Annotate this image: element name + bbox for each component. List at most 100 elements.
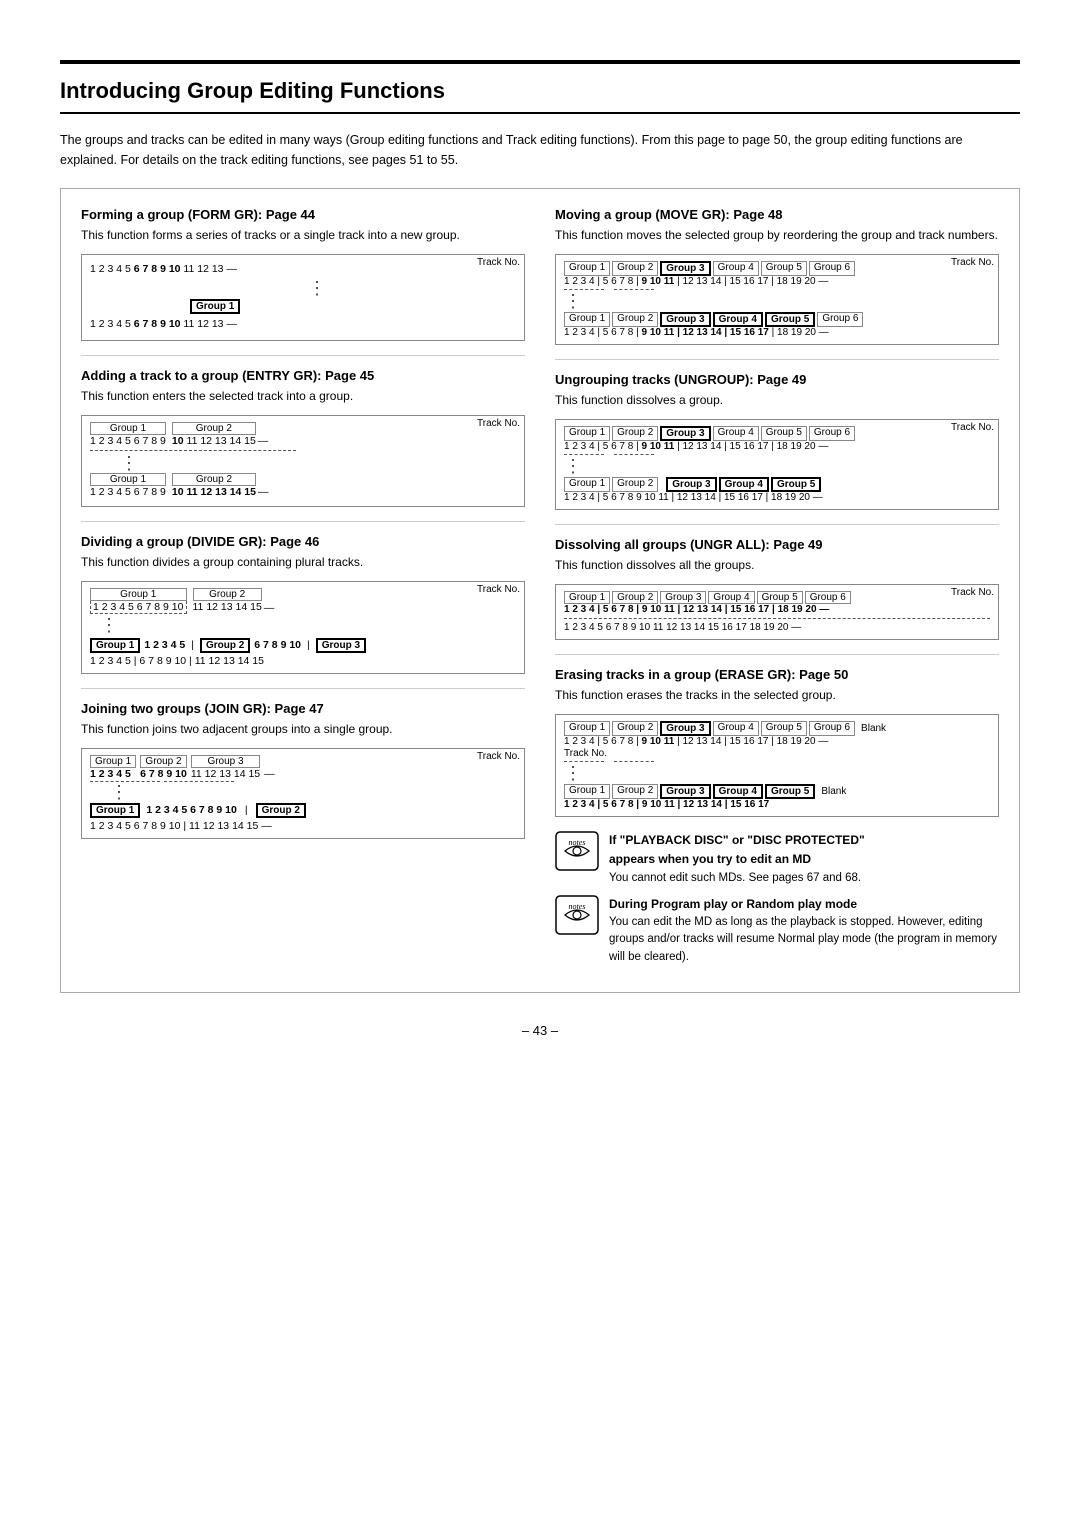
eg-g3: Group 3 [660, 721, 710, 736]
divide-g2-nums: 11 12 13 14 15 [193, 601, 262, 613]
entry-g2-nums-bot: 10 11 12 13 14 15 [172, 486, 256, 498]
divide-g2-label: Group 2 [193, 588, 262, 601]
divide-gr-section: Dividing a group (DIVIDE GR): Page 46 Th… [81, 534, 525, 674]
move-dot2 [614, 289, 654, 290]
ungrall-nums-after: 1 2 3 4 5 6 7 8 9 10 11 12 13 14 15 16 1… [564, 622, 990, 633]
entry-g1-nums-top: 1 2 3 4 5 6 7 8 9 [90, 435, 166, 447]
two-col-layout: Forming a group (FORM GR): Page 44 This … [81, 207, 999, 974]
form-gr-diagram: Track No. 1 2 3 4 5 6 7 8 9 10 11 12 13 … [81, 254, 525, 341]
move-g4: Group 4 [713, 261, 759, 276]
eg-g4: Group 4 [713, 721, 759, 736]
right-column: Moving a group (MOVE GR): Page 48 This f… [555, 207, 999, 974]
main-box: Forming a group (FORM GR): Page 44 This … [60, 188, 1020, 993]
ungr-all-title: Dissolving all groups (UNGR ALL): Page 4… [555, 537, 999, 552]
ug-ag1: Group 1 [564, 477, 610, 492]
join-g2-after: Group 2 [256, 803, 306, 818]
join-g3-nums: 11 12 13 14 15 [191, 768, 260, 780]
ua-g3: Group 3 [660, 591, 706, 604]
join-arrow-dots: ⋮ [110, 783, 464, 801]
eg-ag1: Group 1 [564, 784, 610, 799]
move-ag1: Group 1 [564, 312, 610, 327]
divide-g1-nums: 1 2 3 4 5 6 7 8 9 10 [90, 601, 187, 614]
divide-before-row: Group 1 1 2 3 4 5 6 7 8 9 10 Group 2 11 … [90, 588, 464, 614]
ua-g1: Group 1 [564, 591, 610, 604]
move-after-row1: Group 1 Group 2 Group 3 Group 4 Group 5 … [564, 312, 990, 327]
divide-sep: | [191, 639, 194, 651]
form-top-nums: 1 2 3 4 5 6 7 8 9 10 11 12 13 — [90, 263, 237, 275]
join-g2-nums: 6 7 8 9 10 [140, 768, 187, 780]
divide-g2-top: Group 2 11 12 13 14 15 [193, 588, 262, 614]
entry-g2-bot: Group 2 10 11 12 13 14 15 [172, 473, 256, 498]
move-gr-title: Moving a group (MOVE GR): Page 48 [555, 207, 999, 222]
form-group1-row: Group 1 [90, 299, 464, 314]
track-no-1: Track No. [477, 257, 520, 268]
join-dotted-row [90, 781, 464, 782]
ua-g6: Group 6 [805, 591, 851, 604]
ungrall-dotted [564, 618, 990, 619]
erase-gr-title: Erasing tracks in a group (ERASE GR): Pa… [555, 667, 999, 682]
move-gr-section: Moving a group (MOVE GR): Page 48 This f… [555, 207, 999, 345]
join-g1-after-nums: 1 2 3 4 5 6 7 8 9 10 [146, 804, 237, 816]
ug-ag3: Group 3 [666, 477, 716, 492]
divide-g3-bot-wrap: Group 3 [316, 638, 366, 653]
move-g5: Group 5 [761, 261, 807, 276]
ungroup-nums-before: 1 2 3 4 | 5 6 7 8 | 9 10 11 | 12 13 14 |… [564, 441, 990, 452]
ug-ag5: Group 5 [771, 477, 821, 492]
join-g1-top: Group 1 1 2 3 4 5 [90, 755, 136, 780]
divide-g1-bot-nums: 1 2 3 4 5 [144, 639, 185, 651]
entry-dotted-top [90, 450, 296, 451]
move-nums-before: 1 2 3 4 | 5 6 7 8 | 9 10 11 | 12 13 14 |… [564, 276, 990, 287]
move-gr-diagram: Track No. Group 1 Group 2 Group 3 Group … [555, 254, 999, 345]
erase-dots-row [564, 761, 990, 762]
entry-g2-label-top: Group 2 [172, 422, 256, 435]
erase-nums-after: 1 2 3 4 | 5 6 7 8 | 9 10 11 | 12 13 14 |… [564, 799, 990, 810]
sep1 [81, 355, 525, 356]
ungroup-diagram: Track No. Group 1 Group 2 Group 3 Group … [555, 419, 999, 510]
ug-g2: Group 2 [612, 426, 658, 441]
eg-ag3: Group 3 [660, 784, 710, 799]
entry-g2-nums-top: 10 11 12 13 14 15 [172, 435, 256, 447]
form-gr-section: Forming a group (FORM GR): Page 44 This … [81, 207, 525, 341]
ungroup-arrow: ⋮ [564, 457, 990, 475]
sep3 [81, 688, 525, 689]
move-ag3: Group 3 [660, 312, 710, 327]
ug-dot1 [564, 454, 604, 455]
track-no-7: Track No. [951, 587, 994, 598]
form-bottom: 1 2 3 4 5 6 7 8 9 10 11 12 13 — [90, 318, 237, 330]
note2-body: You can edit the MD as long as the playb… [609, 916, 997, 963]
move-dots-row [564, 289, 990, 290]
track-no-2: Track No. [477, 418, 520, 429]
ungroup-desc: This function dissolves a group. [555, 391, 999, 409]
entry-g1-bot: Group 1 1 2 3 4 5 6 7 8 9 [90, 473, 166, 498]
join-after-nums: 1 2 3 4 5 6 7 8 9 10 | 11 12 13 14 15 — [90, 820, 464, 832]
eg-g6: Group 6 [809, 721, 855, 736]
ungroup-nums-after: 1 2 3 4 | 5 6 7 8 9 10 11 | 12 13 14 | 1… [564, 492, 990, 503]
divide-sep2: | [307, 639, 310, 651]
ua-g5: Group 5 [757, 591, 803, 604]
ug-g1: Group 1 [564, 426, 610, 441]
note2-title: During Program play or Random play mode [609, 897, 857, 911]
join-before-row: Group 1 1 2 3 4 5 Group 2 6 7 8 9 10 Gro… [90, 755, 464, 780]
divide-g2-bot: Group 2 [200, 638, 250, 653]
move-g1: Group 1 [564, 261, 610, 276]
intro-text: The groups and tracks can be edited in m… [60, 130, 1020, 170]
form-gr-desc: This function forms a series of tracks o… [81, 226, 525, 244]
eg-ag4: Group 4 [713, 784, 763, 799]
note1-text: If "PLAYBACK DISC" or "DISC PROTECTED" a… [609, 831, 865, 887]
move-ag6: Group 6 [817, 312, 863, 327]
ua-g4: Group 4 [708, 591, 754, 604]
entry-dots: ⋮ [120, 454, 464, 472]
move-arrow: ⋮ [564, 292, 990, 310]
divide-g1-top: Group 1 1 2 3 4 5 6 7 8 9 10 [90, 588, 187, 614]
entry-gr-section: Adding a track to a group (ENTRY GR): Pa… [81, 368, 525, 507]
form-bottom-nums: 1 2 3 4 5 6 7 8 9 10 11 12 13 — [90, 316, 464, 334]
join-gr-title: Joining two groups (JOIN GR): Page 47 [81, 701, 525, 716]
eg-blank-label: Blank [861, 723, 886, 734]
note1-title: If "PLAYBACK DISC" or "DISC PROTECTED" [609, 833, 865, 847]
ug-g5: Group 5 [761, 426, 807, 441]
join-g2-label: Group 2 [140, 755, 187, 768]
note1-body: You cannot edit such MDs. See pages 67 a… [609, 872, 861, 884]
move-dot1 [564, 289, 604, 290]
page-title: Introducing Group Editing Functions [60, 78, 445, 103]
move-g2: Group 2 [612, 261, 658, 276]
